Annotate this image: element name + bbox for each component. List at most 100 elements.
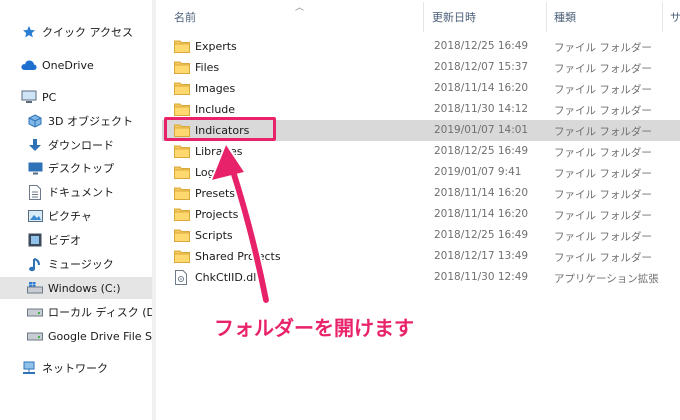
download-icon	[27, 137, 43, 153]
file-type: ファイル フォルダー	[554, 189, 652, 201]
file-name[interactable]: Include	[195, 103, 235, 116]
file-row[interactable]: Presets 2018/11/14 16:20 ファイル フォルダー	[162, 183, 680, 204]
folder-icon	[174, 249, 190, 263]
file-date: 2019/01/07 9:41	[434, 166, 522, 178]
file-name[interactable]: Shared Projects	[195, 250, 281, 263]
file-date: 2018/11/14 16:20	[434, 208, 529, 220]
desktop-icon	[27, 160, 43, 176]
folder-icon	[174, 186, 190, 200]
folder-icon	[174, 165, 190, 179]
nav-item-documents[interactable]: ドキュメント	[0, 181, 152, 203]
file-name[interactable]: Logs	[195, 166, 220, 179]
nav-item-label: Google Drive File St	[48, 329, 152, 343]
music-icon	[27, 256, 43, 272]
drive-icon	[27, 304, 43, 320]
network-icon	[21, 360, 37, 376]
file-date: 2018/11/30 14:12	[434, 103, 529, 115]
file-row[interactable]: Logs 2019/01/07 9:41 ファイル フォルダー	[162, 162, 680, 183]
file-name[interactable]: Libraries	[195, 145, 243, 158]
3d-objects-icon	[27, 113, 43, 129]
nav-item-pc[interactable]: PC	[0, 86, 152, 108]
file-date: 2019/01/07 14:01	[434, 124, 529, 136]
file-row[interactable]: Files 2018/12/07 15:37 ファイル フォルダー	[162, 57, 680, 78]
nav-item-label: ミュージック	[48, 258, 114, 271]
file-type: ファイル フォルダー	[554, 231, 652, 243]
windows-drive-icon	[27, 280, 43, 296]
nav-item-3d-objects[interactable]: 3D オブジェクト	[0, 110, 152, 132]
column-divider[interactable]	[423, 2, 424, 32]
file-name[interactable]: Files	[195, 61, 219, 74]
nav-item-network[interactable]: ネットワーク	[0, 357, 152, 379]
drive-icon	[27, 328, 43, 344]
column-divider[interactable]	[662, 2, 663, 32]
nav-item-quick-access[interactable]: クイック アクセス	[0, 21, 152, 43]
nav-item-downloads[interactable]: ダウンロード	[0, 134, 152, 156]
column-header-type[interactable]: 種類	[554, 9, 576, 25]
nav-item-desktop[interactable]: デスクトップ	[0, 157, 152, 179]
file-name[interactable]: Presets	[195, 187, 235, 200]
file-type: ファイル フォルダー	[554, 126, 652, 138]
file-row[interactable]: Images 2018/11/14 16:20 ファイル フォルダー	[162, 78, 680, 99]
nav-item-label: ドキュメント	[48, 186, 114, 199]
nav-item-label: OneDrive	[42, 58, 94, 72]
nav-item-google-drive[interactable]: Google Drive File St	[0, 325, 152, 347]
file-row[interactable]: Projects 2018/11/14 16:20 ファイル フォルダー	[162, 204, 680, 225]
file-name[interactable]: Images	[195, 82, 235, 95]
file-name[interactable]: Scripts	[195, 229, 233, 242]
document-icon	[27, 184, 43, 200]
star-icon	[21, 24, 37, 40]
column-header-date[interactable]: 更新日時	[432, 9, 476, 25]
file-name[interactable]: Experts	[195, 40, 237, 53]
file-date: 2018/11/14 16:20	[434, 82, 529, 94]
file-type: ファイル フォルダー	[554, 210, 652, 222]
file-row[interactable]: Scripts 2018/12/25 16:49 ファイル フォルダー	[162, 225, 680, 246]
folder-icon	[174, 60, 190, 74]
file-row[interactable]: ChkCtlID.dll 2018/11/30 12:49 アプリケーション拡張	[162, 267, 680, 288]
file-date: 2018/12/07 15:37	[434, 61, 529, 73]
file-date: 2018/11/30 12:49	[434, 271, 529, 283]
file-name[interactable]: Projects	[195, 208, 238, 221]
nav-item-pictures[interactable]: ピクチャ	[0, 205, 152, 227]
nav-item-local-disk-d[interactable]: ローカル ディスク (D:)	[0, 301, 152, 323]
annotation-callout: フォルダーを開けます	[214, 316, 414, 340]
dll-file-icon	[174, 270, 190, 285]
file-type: ファイル フォルダー	[554, 84, 652, 96]
navigation-pane: クイック アクセス OneDrive PC 3D オブジェクト ダウンロード デ…	[0, 0, 152, 420]
nav-item-label: ピクチャ	[48, 210, 92, 223]
column-divider[interactable]	[546, 2, 547, 32]
nav-item-onedrive[interactable]: OneDrive	[0, 54, 152, 76]
file-row[interactable]: Libraries 2018/12/25 16:49 ファイル フォルダー	[162, 141, 680, 162]
file-date: 2018/12/17 13:49	[434, 250, 529, 262]
file-type: ファイル フォルダー	[554, 252, 652, 264]
file-type: ファイル フォルダー	[554, 105, 652, 117]
nav-item-label: 3D オブジェクト	[48, 115, 133, 128]
file-type: ファイル フォルダー	[554, 168, 652, 180]
file-type: ファイル フォルダー	[554, 63, 652, 75]
file-type: ファイル フォルダー	[554, 147, 652, 159]
file-date: 2018/12/25 16:49	[434, 40, 529, 52]
file-row[interactable]: Shared Projects 2018/12/17 13:49 ファイル フォルダ…	[162, 246, 680, 267]
folder-icon	[174, 102, 190, 116]
file-date: 2018/12/25 16:49	[434, 145, 529, 157]
nav-item-label: ビデオ	[48, 234, 81, 247]
file-name[interactable]: ChkCtlID.dll	[195, 271, 259, 284]
highlight-box	[164, 117, 276, 141]
nav-item-label: ネットワーク	[42, 362, 108, 375]
folder-icon	[174, 207, 190, 221]
nav-item-label: デスクトップ	[48, 162, 114, 175]
nav-item-label: ダウンロード	[48, 139, 114, 152]
nav-item-windows-c[interactable]: Windows (C:)	[0, 277, 152, 299]
file-list: ︿ 名前 更新日時 種類 サ Experts 2018/12/25 16:49 ファ…	[156, 0, 680, 420]
pc-icon	[21, 89, 37, 105]
nav-item-label: ローカル ディスク (D:)	[48, 306, 152, 319]
nav-item-videos[interactable]: ビデオ	[0, 229, 152, 251]
column-header-name[interactable]: 名前	[174, 9, 196, 25]
folder-icon	[174, 144, 190, 158]
nav-item-label: PC	[42, 90, 57, 104]
file-row[interactable]: Experts 2018/12/25 16:49 ファイル フォルダー	[162, 36, 680, 57]
nav-item-music[interactable]: ミュージック	[0, 253, 152, 275]
file-type: アプリケーション拡張	[554, 273, 659, 285]
video-icon	[27, 232, 43, 248]
column-header-size[interactable]: サ	[670, 9, 680, 25]
nav-item-label: クイック アクセス	[42, 26, 133, 39]
